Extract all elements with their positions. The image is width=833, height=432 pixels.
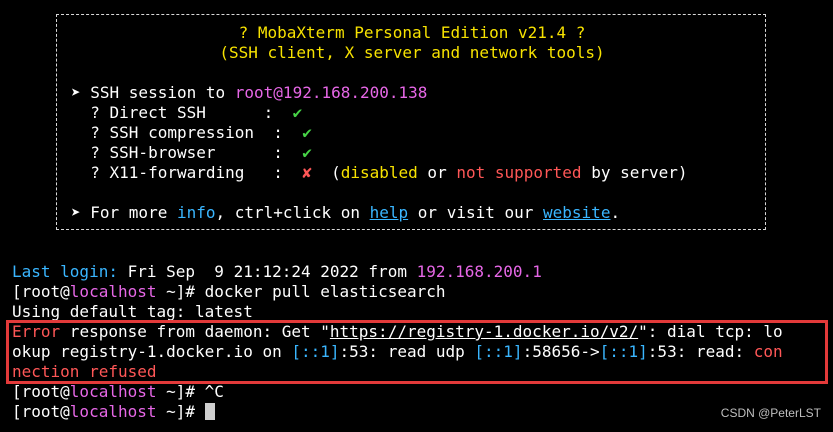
banner-subtitle: (SSH client, X server and network tools) — [219, 43, 605, 62]
check-icon: ✔ — [302, 143, 312, 162]
info-link[interactable]: info — [177, 203, 216, 222]
website-link[interactable]: website — [543, 203, 610, 222]
watermark: CSDN @PeterLST — [720, 406, 821, 420]
check-icon: ✔ — [302, 123, 312, 142]
prompt-close: ~]# — [156, 382, 205, 401]
last-login-label: Last login: — [12, 262, 118, 281]
more-prefix: ➤ For more — [71, 203, 177, 222]
prompt-open: [root@ — [12, 402, 70, 421]
prompt-line-1: [root@localhost ~]# docker pull elastics… — [12, 282, 446, 302]
help-link[interactable]: help — [370, 203, 409, 222]
feature-label: ? SSH compression : — [71, 123, 303, 142]
prompt-close: ~]# — [156, 402, 205, 421]
prompt-open: [root@ — [12, 282, 70, 301]
prompt-host: localhost — [69, 382, 157, 401]
command-text: ^C — [204, 382, 224, 401]
feature-x11-forwarding: ? X11-forwarding : ✘ (disabled or not su… — [71, 163, 688, 183]
prompt-line-2: [root@localhost ~]# ^C — [12, 382, 224, 402]
x11-note-open: ( — [311, 163, 341, 182]
ssh-session-line: ➤ SSH session to root@192.168.200.138 — [71, 83, 427, 103]
prompt-host: localhost — [69, 402, 157, 421]
more-info-line: ➤ For more info, ctrl+click on help or v… — [71, 203, 620, 223]
default-tag-line: Using default tag: latest — [12, 302, 253, 321]
more-mid2: or visit our — [408, 203, 544, 222]
prompt-close: ~]# — [156, 282, 205, 301]
last-login-time: Fri Sep 9 21:12:24 2022 from — [117, 262, 417, 281]
check-icon: ✔ — [292, 103, 303, 122]
terminal-window[interactable]: ? MobaXterm Personal Edition v21.4 ? (SS… — [0, 0, 833, 432]
ssh-session-prefix: ➤ SSH session to — [71, 83, 235, 102]
x11-disabled: disabled — [340, 163, 418, 182]
more-end: . — [610, 203, 621, 222]
prompt-host: localhost — [69, 282, 157, 301]
banner-title: ? MobaXterm Personal Edition v21.4 ? — [238, 23, 586, 42]
x11-by-server: by server) — [581, 163, 688, 182]
text-cursor — [204, 403, 215, 420]
more-mid: , ctrl+click on — [215, 203, 370, 222]
command-text: docker pull elasticsearch — [204, 282, 446, 301]
feature-label: ? Direct SSH : — [71, 103, 293, 122]
prompt-line-3[interactable]: [root@localhost ~]# — [12, 402, 215, 422]
ssh-host: root@192.168.200.138 — [234, 83, 428, 102]
last-login-line: Last login: Fri Sep 9 21:12:24 2022 from… — [12, 262, 542, 282]
x11-or: or — [417, 163, 457, 182]
feature-ssh-compression: ? SSH compression : ✔ — [71, 123, 312, 143]
error-highlight-box — [6, 320, 828, 384]
cross-icon: ✘ — [302, 163, 312, 182]
x11-not-supported: not supported — [456, 163, 582, 182]
feature-label: ? SSH-browser : — [71, 143, 303, 162]
prompt-open: [root@ — [12, 382, 70, 401]
last-login-ip: 192.168.200.1 — [416, 262, 542, 281]
feature-ssh-browser: ? SSH-browser : ✔ — [71, 143, 312, 163]
feature-direct-ssh: ? Direct SSH : ✔ — [71, 103, 302, 123]
welcome-banner: ? MobaXterm Personal Edition v21.4 ? (SS… — [56, 14, 766, 230]
feature-label: ? X11-forwarding : — [71, 163, 303, 182]
